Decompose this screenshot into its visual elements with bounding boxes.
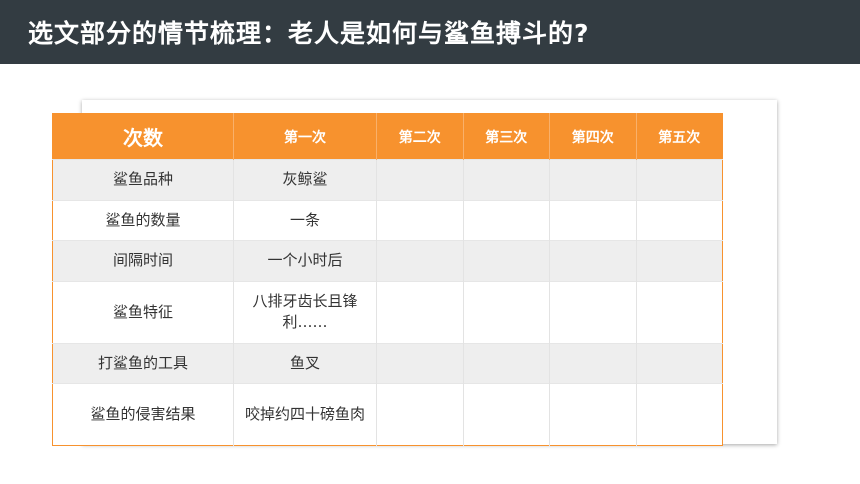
row-label: 鲨鱼的数量 xyxy=(52,199,234,241)
row-label: 打鲨鱼的工具 xyxy=(52,342,234,384)
table-row: 打鲨鱼的工具 鱼叉 xyxy=(52,342,723,384)
cell-empty xyxy=(376,383,464,446)
table-row: 鲨鱼特征 八排牙齿长且锋利…… xyxy=(52,280,723,344)
cell-empty xyxy=(549,199,637,241)
header-first: 第一次 xyxy=(233,113,377,160)
cell-first: 一个小时后 xyxy=(233,240,377,282)
row-label: 间隔时间 xyxy=(52,240,234,282)
header-fifth: 第五次 xyxy=(636,113,723,160)
cell-empty xyxy=(636,342,723,384)
cell-first: 灰鲸鲨 xyxy=(233,159,377,201)
cell-empty xyxy=(636,240,723,282)
cell-empty xyxy=(549,159,637,201)
cell-first: 八排牙齿长且锋利…… xyxy=(233,280,377,344)
cell-empty xyxy=(463,342,550,384)
title-bar: 选文部分的情节梳理：老人是如何与鲨鱼搏斗的? xyxy=(0,0,860,64)
cell-empty xyxy=(463,280,550,344)
cell-empty xyxy=(549,280,637,344)
header-fourth: 第四次 xyxy=(549,113,637,160)
table-row: 鲨鱼品种 灰鲸鲨 xyxy=(52,159,723,201)
cell-empty xyxy=(636,280,723,344)
cell-empty xyxy=(636,383,723,446)
cell-empty xyxy=(549,383,637,446)
cell-first: 咬掉约四十磅鱼肉 xyxy=(233,383,377,446)
cell-empty xyxy=(549,342,637,384)
cell-empty xyxy=(636,159,723,201)
slide-title: 选文部分的情节梳理：老人是如何与鲨鱼搏斗的? xyxy=(28,19,590,48)
table-header-row: 次数 第一次 第二次 第三次 第四次 第五次 xyxy=(52,113,723,160)
cell-empty xyxy=(376,240,464,282)
cell-empty xyxy=(376,342,464,384)
row-label: 鲨鱼特征 xyxy=(52,280,234,344)
header-second: 第二次 xyxy=(376,113,464,160)
row-label: 鲨鱼品种 xyxy=(52,159,234,201)
plot-summary-table: 次数 第一次 第二次 第三次 第四次 第五次 鲨鱼品种 灰鲸鲨 鲨鱼的数量 一条… xyxy=(52,113,723,446)
header-third: 第三次 xyxy=(463,113,550,160)
cell-empty xyxy=(463,240,550,282)
cell-empty xyxy=(463,383,550,446)
cell-empty xyxy=(376,280,464,344)
cell-first: 鱼叉 xyxy=(233,342,377,384)
row-label: 鲨鱼的侵害结果 xyxy=(52,383,234,446)
table-row: 鲨鱼的侵害结果 咬掉约四十磅鱼肉 xyxy=(52,383,723,446)
header-count: 次数 xyxy=(52,113,234,160)
cell-empty xyxy=(463,199,550,241)
cell-first: 一条 xyxy=(233,199,377,241)
table-row: 鲨鱼的数量 一条 xyxy=(52,199,723,241)
cell-empty xyxy=(376,199,464,241)
cell-empty xyxy=(463,159,550,201)
cell-empty xyxy=(549,240,637,282)
cell-empty xyxy=(376,159,464,201)
cell-empty xyxy=(636,199,723,241)
table-row: 间隔时间 一个小时后 xyxy=(52,240,723,282)
